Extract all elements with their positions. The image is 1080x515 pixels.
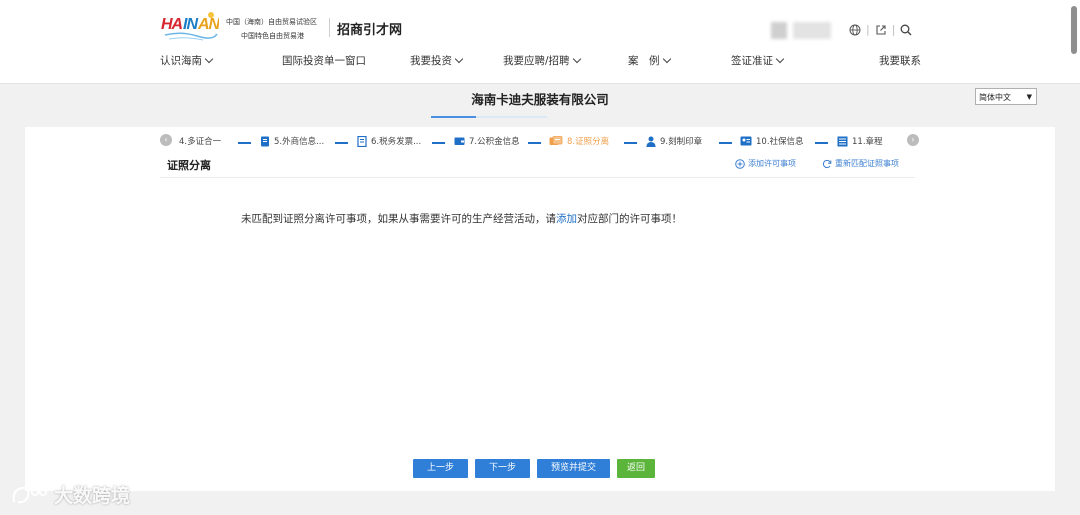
step-item[interactable]: 5.外商信息...	[260, 135, 324, 147]
chevron-down-icon	[662, 54, 671, 64]
message-text-after: 对应部门的许可事项！	[577, 213, 682, 225]
nav-item-know-hainan[interactable]: 认识海南	[160, 53, 214, 68]
step-label: 5.外商信息...	[274, 137, 325, 147]
nav-item-cases[interactable]: 案 例	[628, 53, 671, 68]
step-item[interactable]: 9.刻制印章	[646, 135, 702, 147]
no-match-message: 未匹配到证照分离许可事项，如果从事需要许可的生产经营活动，请添加对应部门的许可事…	[241, 211, 682, 226]
logo-divider	[329, 18, 330, 37]
title-underline	[431, 116, 547, 118]
nav-item-label: 国际投资单一窗口	[282, 55, 366, 67]
step-label: 10.社保信息	[756, 137, 804, 147]
add-permit-label: 添加许可事项	[748, 159, 796, 168]
refresh-icon	[822, 159, 832, 168]
step-label: 7.公积金信息	[469, 137, 520, 147]
next-step-button[interactable]: 下一步	[475, 459, 531, 478]
step-label: 9.刻制印章	[660, 137, 703, 147]
rematch-permit-link[interactable]: 重新匹配证照事项	[822, 158, 899, 169]
id-card-icon	[740, 136, 752, 146]
preview-submit-button[interactable]: 预览并提交	[537, 459, 611, 478]
section-actions: 添加许可事项 重新匹配证照事项	[735, 158, 899, 169]
step-connector	[432, 142, 445, 144]
user-seal-icon	[646, 136, 656, 147]
step-connector	[815, 142, 828, 144]
icon-separator: |	[866, 23, 870, 36]
globe-icon[interactable]	[849, 24, 861, 36]
step-label: 6.税务发票...	[371, 137, 422, 147]
svg-text:AN: AN	[197, 16, 219, 33]
step-item[interactable]: 7.公积金信息	[454, 135, 520, 147]
header-icon-group: | |	[849, 23, 912, 36]
external-link-icon[interactable]	[875, 24, 887, 36]
svg-text:IN: IN	[183, 16, 198, 33]
site-header: HA IN AN 中国（海南）自由贸易试验区 中国特色自由贸易港 招商引才网 |…	[0, 0, 1080, 84]
step-connector	[719, 142, 732, 144]
chevron-down-icon	[775, 54, 785, 64]
watermark: 大数跨境	[10, 481, 130, 508]
step-item[interactable]: 4.多证合一	[179, 135, 221, 147]
logo-subtitle: 中国（海南）自由贸易试验区 中国特色自由贸易港	[226, 15, 317, 43]
user-avatar-blurred[interactable]	[771, 22, 831, 39]
grid-doc-icon	[837, 136, 848, 146]
step-item[interactable]: 6.税务发票...	[357, 135, 421, 147]
step-progress-bar: ‹ 4.多证合一 5.外商信息... 6.税务发票... 7.公积金信息 8.证…	[160, 133, 920, 149]
main-panel: ‹ 4.多证合一 5.外商信息... 6.税务发票... 7.公积金信息 8.证…	[25, 127, 1055, 491]
document-icon	[261, 136, 269, 146]
add-permit-link[interactable]: 添加许可事项	[735, 158, 796, 169]
step-label: 8.证照分离	[567, 137, 610, 147]
nav-item-label: 我要联系	[879, 55, 921, 67]
chevron-left-icon[interactable]: ‹	[160, 134, 172, 146]
step-label: 11.章程	[852, 137, 883, 147]
step-connector	[528, 142, 541, 144]
message-text-before: 未匹配到证照分离许可事项，如果从事需要许可的生产经营活动，请	[241, 213, 556, 225]
logo-subtitle-line1: 中国（海南）自由贸易试验区	[226, 18, 317, 26]
step-item-active[interactable]: 8.证照分离	[549, 135, 609, 147]
svg-text:HA: HA	[161, 16, 183, 33]
site-name[interactable]: 招商引才网	[337, 19, 402, 38]
nav-item-invest[interactable]: 我要投资	[410, 53, 464, 68]
invoice-icon	[357, 135, 367, 147]
company-title: 海南卡迪夫服装有限公司	[471, 92, 609, 107]
step-item[interactable]: 11.章程	[837, 135, 883, 147]
prev-step-button[interactable]: 上一步	[413, 459, 469, 478]
main-nav: 认识海南 国际投资单一窗口 我要投资 我要应聘/招聘 案 例 签证准证 我要联系	[160, 53, 921, 69]
language-select[interactable]: 简体中文 ▼	[975, 88, 1037, 105]
nav-item-contact[interactable]: 我要联系	[879, 53, 921, 68]
hainan-logo[interactable]: HA IN AN	[161, 11, 219, 43]
nav-item-visa[interactable]: 签证准证	[731, 53, 785, 68]
chevron-down-icon	[572, 54, 581, 64]
nav-item-label: 我要投资	[410, 55, 452, 67]
nav-item-label: 认识海南	[160, 55, 202, 67]
nav-item-label: 签证准证	[731, 55, 773, 67]
wallet-icon	[454, 137, 465, 145]
chevron-down-icon	[454, 54, 464, 64]
section-divider	[160, 177, 915, 178]
icon-separator: |	[891, 23, 896, 36]
back-button[interactable]: 返回	[617, 459, 656, 478]
page-scrollbar[interactable]	[1071, 6, 1077, 54]
step-connector	[335, 142, 348, 144]
nav-item-label: 我要应聘/招聘	[503, 55, 570, 67]
step-connector	[238, 142, 251, 144]
step-connector	[624, 142, 637, 144]
language-select-value: 简体中文	[979, 93, 1011, 102]
watermark-logo-icon	[12, 486, 48, 503]
nav-item-investment-window[interactable]: 国际投资单一窗口	[282, 53, 366, 68]
add-permit-inline-link[interactable]: 添加	[556, 213, 577, 225]
section-title: 证照分离	[167, 159, 211, 172]
logo-subtitle-line2: 中国特色自由贸易港	[241, 32, 304, 40]
rematch-permit-label: 重新匹配证照事项	[835, 159, 899, 168]
action-buttons: 上一步 下一步 预览并提交 返回	[413, 459, 656, 478]
license-icon	[549, 136, 563, 145]
caret-down-icon: ▼	[1026, 93, 1032, 101]
step-label: 4.多证合一	[179, 137, 222, 147]
add-circle-icon	[735, 158, 745, 169]
search-icon[interactable]	[900, 24, 912, 36]
chevron-right-icon[interactable]: ›	[907, 134, 919, 146]
nav-item-recruit[interactable]: 我要应聘/招聘	[503, 53, 581, 68]
chevron-down-icon	[204, 54, 214, 64]
watermark-text: 大数跨境	[54, 485, 131, 507]
nav-item-label: 案 例	[628, 55, 660, 67]
step-item[interactable]: 10.社保信息	[740, 135, 804, 147]
